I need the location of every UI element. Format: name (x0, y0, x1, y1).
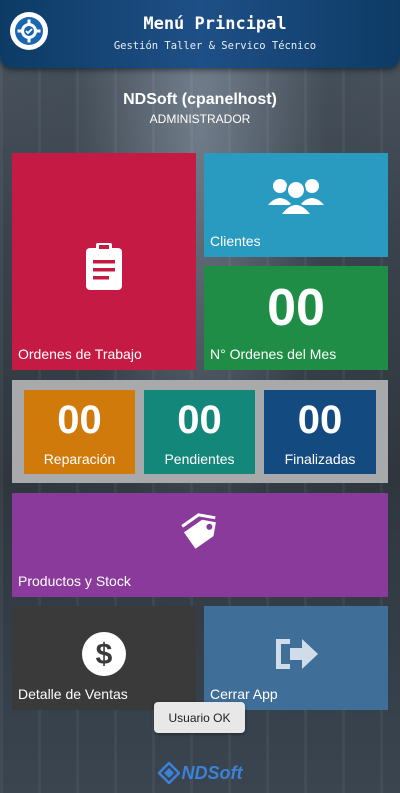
page-subtitle: Gestión Taller & Servico Técnico (113, 40, 317, 52)
clientes-label: Clientes (210, 233, 261, 249)
cerrar-app-tile[interactable]: Cerrar App (204, 606, 388, 710)
finalizadas-count: 00 (297, 398, 343, 442)
finalizadas-label: Finalizadas (284, 451, 356, 467)
user-role: ADMINISTRADOR (149, 112, 251, 126)
app-header: Menú Principal Gestión Taller & Servico … (0, 0, 400, 68)
ordenes-mes-tile[interactable]: 00 N° Ordenes del Mes (204, 266, 388, 370)
ordenes-mes-label: N° Ordenes del Mes (210, 346, 337, 362)
brand-mark-icon (157, 762, 180, 784)
footer-logo: NDSoft (0, 762, 400, 784)
svg-text:$: $ (96, 638, 113, 671)
page-title: Menú Principal (143, 14, 287, 34)
users-icon (266, 175, 326, 215)
productos-stock-tile[interactable]: Productos y Stock (12, 493, 388, 597)
toast-message: Usuario OK (154, 702, 245, 733)
user-name: NDSoft (cpanelhost) (123, 91, 277, 108)
cerrar-app-label: Cerrar App (210, 686, 278, 702)
pendientes-label: Pendientes (164, 451, 235, 467)
status-panel: 00 Reparación 00 Pendientes 00 Finalizad… (12, 380, 388, 483)
sign-out-icon (272, 632, 322, 676)
ordenes-mes-count: 00 (267, 279, 325, 337)
clipboard-icon (82, 241, 126, 291)
pendientes-tile[interactable]: 00 Pendientes (144, 390, 255, 474)
detalle-ventas-tile[interactable]: $ Detalle de Ventas (12, 606, 196, 710)
clientes-tile[interactable]: Clientes (204, 153, 388, 257)
productos-stock-label: Productos y Stock (18, 573, 131, 589)
detalle-ventas-label: Detalle de Ventas (18, 686, 128, 702)
footer-brand: NDSoft (181, 762, 243, 783)
tag-icon (176, 507, 228, 557)
reparacion-count: 00 (57, 398, 102, 442)
reparacion-label: Reparación (43, 451, 116, 467)
reparacion-tile[interactable]: 00 Reparación (24, 390, 135, 474)
ordenes-trabajo-tile[interactable]: Ordenes de Trabajo (12, 153, 196, 370)
dollar-icon: $ (80, 630, 128, 678)
ordenes-trabajo-label: Ordenes de Trabajo (18, 346, 142, 362)
finalizadas-tile[interactable]: 00 Finalizadas (264, 390, 376, 474)
pendientes-count: 00 (177, 398, 222, 442)
